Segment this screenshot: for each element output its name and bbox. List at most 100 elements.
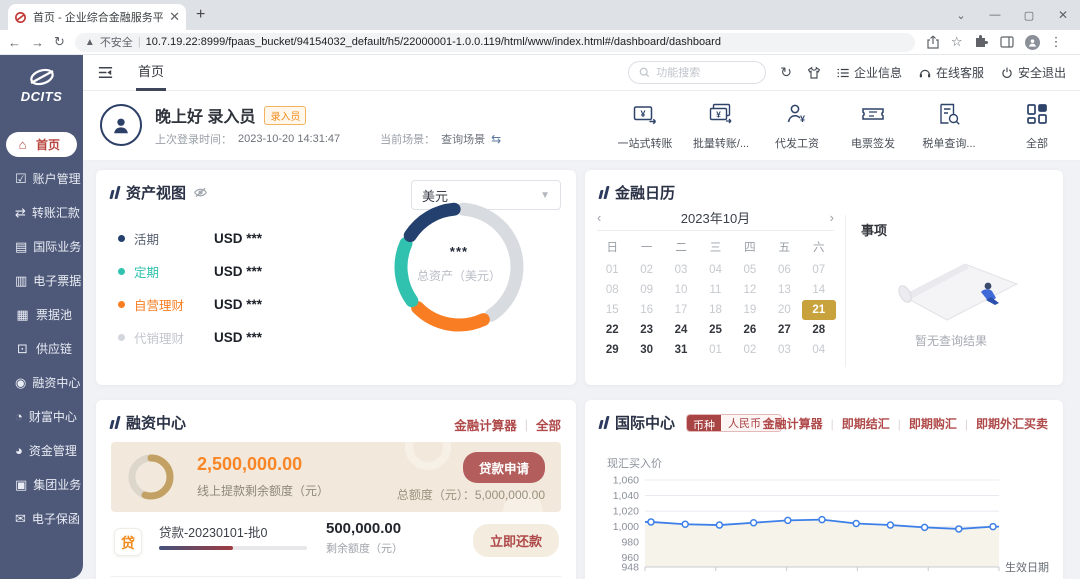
financing-link-全部[interactable]: 全部 — [536, 415, 561, 434]
remaining-quota-value: 2,500,000.00 — [197, 454, 302, 475]
sidebar-item-电子票据[interactable]: ▥电子票据 — [6, 268, 77, 293]
new-tab-button[interactable]: + — [196, 6, 205, 24]
refresh-icon[interactable]: ↻ — [780, 64, 792, 81]
search-input[interactable] — [656, 67, 746, 79]
window-maximize-icon[interactable]: ▢ — [1012, 9, 1046, 22]
eye-off-icon[interactable] — [193, 185, 208, 200]
calendar-date[interactable]: 05 — [733, 260, 767, 280]
window-minimize-icon[interactable]: — — [978, 9, 1012, 21]
intl-link-即期外汇买卖[interactable]: 即期外汇买卖 — [976, 415, 1048, 432]
loan-apply-button[interactable]: 贷款申请 — [463, 452, 545, 483]
sidebar-item-首页[interactable]: ⌂首页 — [6, 132, 77, 157]
calendar-date[interactable]: 08 — [595, 280, 629, 300]
calendar-date[interactable]: 18 — [698, 300, 732, 320]
calendar-date[interactable]: 29 — [595, 340, 629, 360]
topbar-企业信息[interactable]: 企业信息 — [836, 64, 902, 81]
sidebar-item-国际业务[interactable]: ▤国际业务 — [6, 234, 77, 259]
quick-action-全部[interactable]: 全部 — [1008, 101, 1066, 151]
function-search[interactable] — [628, 61, 766, 84]
calendar-date[interactable]: 03 — [767, 340, 801, 360]
topbar-在线客服[interactable]: 在线客服 — [918, 64, 984, 81]
asset-legend: 活期USD ***定期USD ***自营理财USD ***代销理财USD *** — [118, 222, 262, 354]
sidebar-item-财富中心[interactable]: ◔财富中心 — [6, 404, 77, 429]
sidebar-item-转账汇款[interactable]: ⇄转账汇款 — [6, 200, 77, 225]
side-panel-icon[interactable] — [999, 34, 1015, 50]
calendar-date[interactable]: 26 — [733, 320, 767, 340]
sidebar-item-label: 国际业务 — [33, 238, 81, 255]
asset-view-card: 资产视图 美元 ▼ 活期USD ***定期USD ***自营理财USD ***代… — [96, 170, 576, 385]
back-icon[interactable]: ← — [8, 35, 21, 50]
sidebar-item-票据池[interactable]: ▦票据池 — [6, 302, 77, 327]
address-bar[interactable]: ▲ 不安全 | 10.7.19.22:8999/fpaas_bucket/941… — [75, 33, 915, 52]
reload-icon[interactable]: ↻ — [54, 34, 65, 50]
bookmark-star-icon[interactable]: ☆ — [951, 34, 963, 50]
calendar-date[interactable]: 24 — [664, 320, 698, 340]
tab-close-icon[interactable]: ✕ — [169, 9, 180, 25]
sidebar-item-集团业务[interactable]: ▣集团业务 — [6, 472, 77, 497]
calendar-date[interactable]: 02 — [733, 340, 767, 360]
calendar-date[interactable]: 13 — [767, 280, 801, 300]
calendar-date[interactable]: 25 — [698, 320, 732, 340]
e-ticket-icon — [844, 101, 902, 132]
quick-action-批量转账/...[interactable]: ¥批量转账/... — [692, 101, 750, 151]
browser-tab[interactable]: 首页 - 企业综合金融服务平台 ✕ — [8, 4, 186, 30]
calendar-next-icon[interactable]: › — [814, 210, 834, 225]
calendar-date[interactable]: 16 — [629, 300, 663, 320]
calendar-date[interactable]: 31 — [664, 340, 698, 360]
sidebar-item-资金管理[interactable]: ◕资金管理 — [6, 438, 77, 463]
calendar-date[interactable]: 21 — [802, 300, 836, 320]
tab-home[interactable]: 首页 — [136, 55, 166, 91]
calendar-date[interactable]: 01 — [595, 260, 629, 280]
calendar-date[interactable]: 03 — [664, 260, 698, 280]
calendar-date[interactable]: 01 — [698, 340, 732, 360]
financing-link-金融计算器[interactable]: 金融计算器 — [454, 415, 517, 434]
calendar-date[interactable]: 12 — [733, 280, 767, 300]
calendar-date[interactable]: 14 — [802, 280, 836, 300]
calendar-date[interactable]: 27 — [767, 320, 801, 340]
sidebar-item-供应链[interactable]: ⊡供应链 — [6, 336, 77, 361]
profile-avatar[interactable] — [1025, 35, 1040, 50]
sidebar-item-融资中心[interactable]: ◉融资中心 — [6, 370, 77, 395]
calendar-date[interactable]: 30 — [629, 340, 663, 360]
financing-icon: ◉ — [15, 375, 26, 391]
browser-menu-icon[interactable]: ⋮ — [1050, 34, 1063, 50]
calendar-date[interactable]: 15 — [595, 300, 629, 320]
calendar-date[interactable]: 17 — [664, 300, 698, 320]
calendar-date[interactable]: 07 — [802, 260, 836, 280]
theme-skin-icon[interactable] — [806, 65, 822, 81]
legend-value: USD *** — [214, 231, 262, 246]
calendar-date[interactable]: 04 — [698, 260, 732, 280]
calendar-date[interactable]: 10 — [664, 280, 698, 300]
calendar-date[interactable]: 02 — [629, 260, 663, 280]
calendar-date[interactable]: 19 — [733, 300, 767, 320]
intl-link-金融计算器[interactable]: 金融计算器 — [763, 415, 823, 432]
sidebar-item-账户管理[interactable]: ☑账户管理 — [6, 166, 77, 191]
intl-link-即期结汇[interactable]: 即期结汇 — [842, 415, 890, 432]
calendar-date[interactable]: 23 — [629, 320, 663, 340]
quick-action-税单查询...[interactable]: 税单查询... — [920, 101, 978, 151]
quick-action-代发工资[interactable]: ¥代发工资 — [768, 101, 826, 151]
scene-value: 查询场景 — [441, 131, 485, 147]
repay-now-button[interactable]: 立即还款 — [473, 524, 559, 557]
share-icon[interactable] — [925, 34, 941, 50]
window-close-icon[interactable]: ✕ — [1046, 8, 1080, 22]
calendar-date[interactable]: 20 — [767, 300, 801, 320]
extensions-icon[interactable] — [973, 34, 989, 50]
intl-link-即期购汇[interactable]: 即期购汇 — [909, 415, 957, 432]
calendar-date[interactable]: 11 — [698, 280, 732, 300]
quick-action-一站式转账[interactable]: ¥一站式转账 — [616, 101, 674, 151]
sidebar-item-label: 电子票据 — [33, 272, 81, 289]
calendar-date[interactable]: 04 — [802, 340, 836, 360]
collapse-menu-icon[interactable] — [97, 64, 114, 81]
calendar-date[interactable]: 22 — [595, 320, 629, 340]
sidebar-item-电子保函[interactable]: ✉电子保函 — [6, 506, 77, 531]
tab-search-icon[interactable]: ⌄ — [944, 9, 978, 22]
forward-icon[interactable]: → — [31, 35, 44, 50]
calendar-date[interactable]: 28 — [802, 320, 836, 340]
scene-switch-icon[interactable]: ⇆ — [491, 132, 501, 146]
calendar-prev-icon[interactable]: ‹ — [597, 210, 617, 225]
calendar-date[interactable]: 09 — [629, 280, 663, 300]
topbar-安全退出[interactable]: 安全退出 — [1000, 64, 1066, 81]
quick-action-电票签发[interactable]: 电票签发 — [844, 101, 902, 151]
calendar-date[interactable]: 06 — [767, 260, 801, 280]
